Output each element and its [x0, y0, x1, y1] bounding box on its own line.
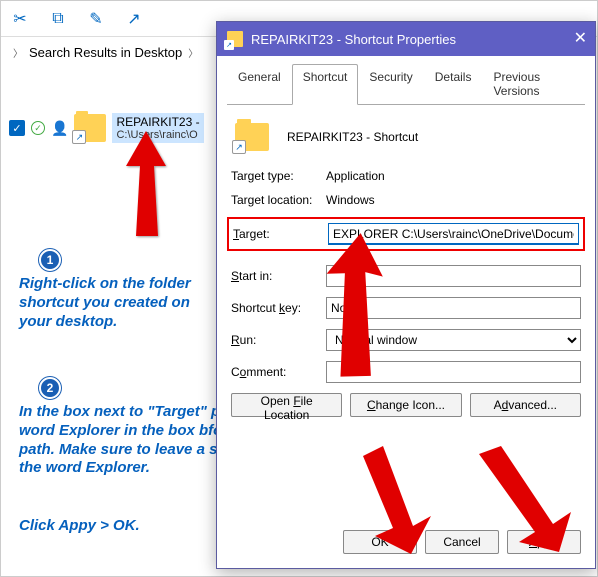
- chevron-right-icon: 〉: [13, 45, 23, 60]
- target-type-value: Application: [326, 169, 581, 183]
- ok-button[interactable]: OK: [343, 530, 417, 554]
- file-name: REPAIRKIT23 -: [116, 115, 199, 129]
- target-label: Target:: [233, 227, 328, 241]
- cut-icon[interactable]: ✂: [9, 8, 31, 30]
- file-info: REPAIRKIT23 - C:\Users\rainc\O: [112, 113, 203, 143]
- shortcut-arrow-icon: ↗: [72, 130, 86, 144]
- rename-icon[interactable]: ✎: [85, 8, 107, 30]
- cancel-button[interactable]: Cancel: [425, 530, 499, 554]
- properties-dialog: REPAIRKIT23 - Shortcut Properties ✕ Gene…: [216, 21, 596, 569]
- tab-details[interactable]: Details: [424, 64, 483, 105]
- dialog-titlebar[interactable]: REPAIRKIT23 - Shortcut Properties ✕: [217, 22, 595, 56]
- file-row[interactable]: ✓ ✓ 👤 ↗ REPAIRKIT23 - C:\Users\rainc\O: [9, 113, 204, 143]
- run-label: Run:: [231, 333, 326, 347]
- target-type-label: Target type:: [231, 169, 326, 183]
- comment-input[interactable]: [326, 361, 581, 383]
- apply-button[interactable]: Apply: [507, 530, 581, 554]
- dialog-tabs: General Shortcut Security Details Previo…: [217, 56, 595, 105]
- run-select[interactable]: Normal window: [326, 329, 581, 351]
- shortcut-key-label: Shortcut key:: [231, 301, 326, 315]
- breadcrumb-label: Search Results in Desktop: [29, 45, 182, 60]
- dialog-title: REPAIRKIT23 - Shortcut Properties: [251, 32, 456, 47]
- start-in-label: Start in:: [231, 269, 326, 283]
- share-icon[interactable]: ↗: [123, 8, 145, 30]
- target-location-value: Windows: [326, 193, 581, 207]
- target-location-label: Target location:: [231, 193, 326, 207]
- copy-icon[interactable]: ⧉: [47, 8, 69, 30]
- chevron-right-icon: 〉: [188, 45, 198, 60]
- sync-status-icon: ✓: [31, 121, 45, 135]
- tab-security[interactable]: Security: [358, 64, 423, 105]
- target-highlight: Target:: [227, 217, 585, 251]
- step-badge-1: 1: [39, 249, 61, 271]
- instruction-1: Right-click on the folder shortcut you c…: [19, 275, 214, 331]
- open-file-location-button[interactable]: Open File Location: [231, 393, 342, 417]
- file-path: C:\Users\rainc\O: [116, 129, 199, 141]
- folder-shortcut-icon: [227, 31, 243, 47]
- tab-previous-versions[interactable]: Previous Versions: [482, 64, 585, 105]
- comment-label: Comment:: [231, 365, 326, 379]
- start-in-input[interactable]: [326, 265, 581, 287]
- folder-shortcut-icon: ↗: [74, 114, 106, 142]
- arrow-icon: [116, 131, 176, 241]
- dialog-footer: OK Cancel Apply: [217, 520, 595, 568]
- checkbox-icon[interactable]: ✓: [9, 120, 25, 136]
- breadcrumb[interactable]: 〉 Search Results in Desktop 〉: [13, 45, 198, 60]
- close-icon[interactable]: ✕: [574, 28, 587, 48]
- tab-shortcut[interactable]: Shortcut: [292, 64, 359, 105]
- dialog-body: ↗ REPAIRKIT23 - Shortcut Target type: Ap…: [217, 105, 595, 520]
- shortcut-key-input[interactable]: [326, 297, 581, 319]
- advanced-button[interactable]: Advanced...: [470, 393, 581, 417]
- tab-general[interactable]: General: [227, 64, 292, 105]
- step-badge-2: 2: [39, 377, 61, 399]
- target-input[interactable]: [328, 223, 579, 245]
- shortcut-name: REPAIRKIT23 - Shortcut: [287, 130, 418, 144]
- person-icon: 👤: [51, 120, 68, 137]
- folder-shortcut-icon: ↗: [235, 123, 269, 151]
- change-icon-button[interactable]: Change Icon...: [350, 393, 461, 417]
